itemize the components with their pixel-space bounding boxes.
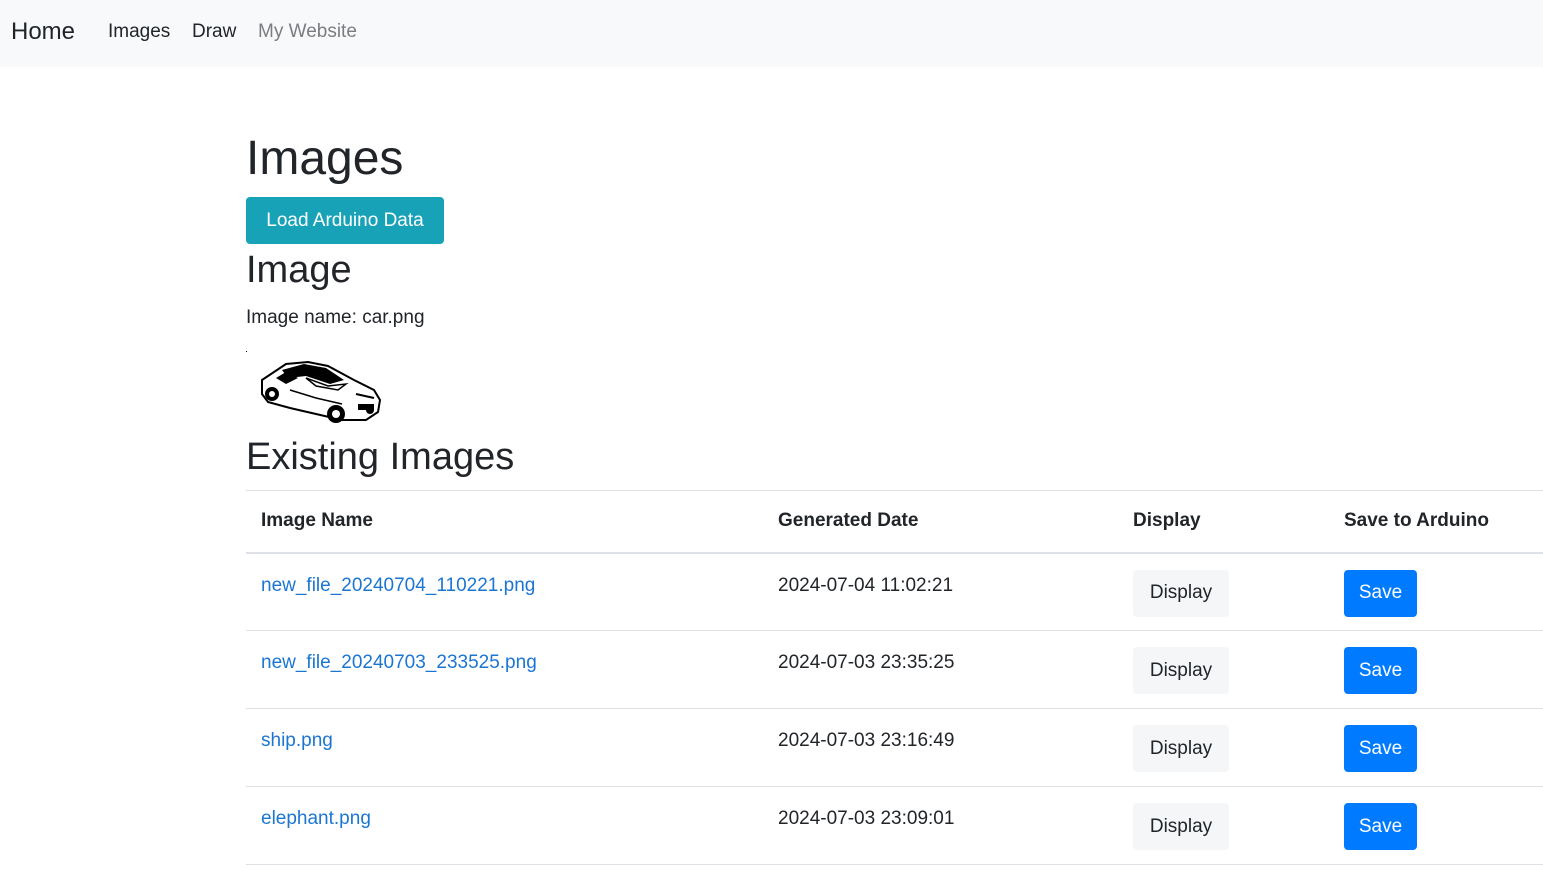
image-file-link[interactable]: new_file_20240704_110221.png xyxy=(261,575,535,596)
image-name-label: Image name: xyxy=(246,307,357,328)
image-name-line: Image name: car.png xyxy=(246,307,425,329)
generated-date: 2024-07-03 23:35:25 xyxy=(778,652,955,673)
header-display: Display xyxy=(1133,510,1201,532)
load-arduino-data-button[interactable]: Load Arduino Data xyxy=(246,197,444,244)
nav-link-draw[interactable]: Draw xyxy=(192,21,236,43)
header-save-to-arduino: Save to Arduino xyxy=(1344,510,1489,532)
image-name-value: car.png xyxy=(362,307,425,328)
car-image xyxy=(246,351,382,423)
generated-date: 2024-07-04 11:02:21 xyxy=(778,574,954,596)
display-button[interactable]: Display xyxy=(1133,647,1229,694)
save-button[interactable]: Save xyxy=(1344,725,1417,772)
table-header-row: Image Name Generated Date Display Save t… xyxy=(246,490,1543,553)
image-file-link[interactable]: elephant.png xyxy=(261,808,371,829)
existing-images-table: Image Name Generated Date Display Save t… xyxy=(246,490,1543,865)
nav-brand-home[interactable]: Home xyxy=(11,18,75,46)
generated-date: 2024-07-03 23:16:49 xyxy=(778,730,955,751)
image-file-link[interactable]: new_file_20240703_233525.png xyxy=(261,652,537,673)
save-button[interactable]: Save xyxy=(1344,803,1417,850)
save-button[interactable]: Save xyxy=(1344,569,1417,617)
table-row: ship.png 2024-07-03 23:16:49 Display Sav… xyxy=(246,709,1543,787)
generated-date: 2024-07-03 23:09:01 xyxy=(778,808,955,829)
table-row: new_file_20240703_233525.png 2024-07-03 … xyxy=(246,631,1543,709)
page-title: Images xyxy=(246,132,404,185)
save-button[interactable]: Save xyxy=(1344,647,1417,694)
header-image-name: Image Name xyxy=(261,510,373,532)
display-button[interactable]: Display xyxy=(1133,803,1229,850)
display-button[interactable]: Display xyxy=(1133,725,1229,772)
image-file-link[interactable]: ship.png xyxy=(261,730,333,751)
main-container: Images Load Arduino Data Image Image nam… xyxy=(246,0,1543,870)
image-heading: Image xyxy=(246,249,352,291)
existing-images-heading: Existing Images xyxy=(246,436,515,478)
header-generated-date: Generated Date xyxy=(778,510,919,532)
table-row: elephant.png 2024-07-03 23:09:01 Display… xyxy=(246,787,1543,865)
nav-link-images[interactable]: Images xyxy=(108,21,170,43)
display-button[interactable]: Display xyxy=(1133,569,1229,617)
table-row: new_file_20240704_110221.png 2024-07-04 … xyxy=(246,553,1543,631)
